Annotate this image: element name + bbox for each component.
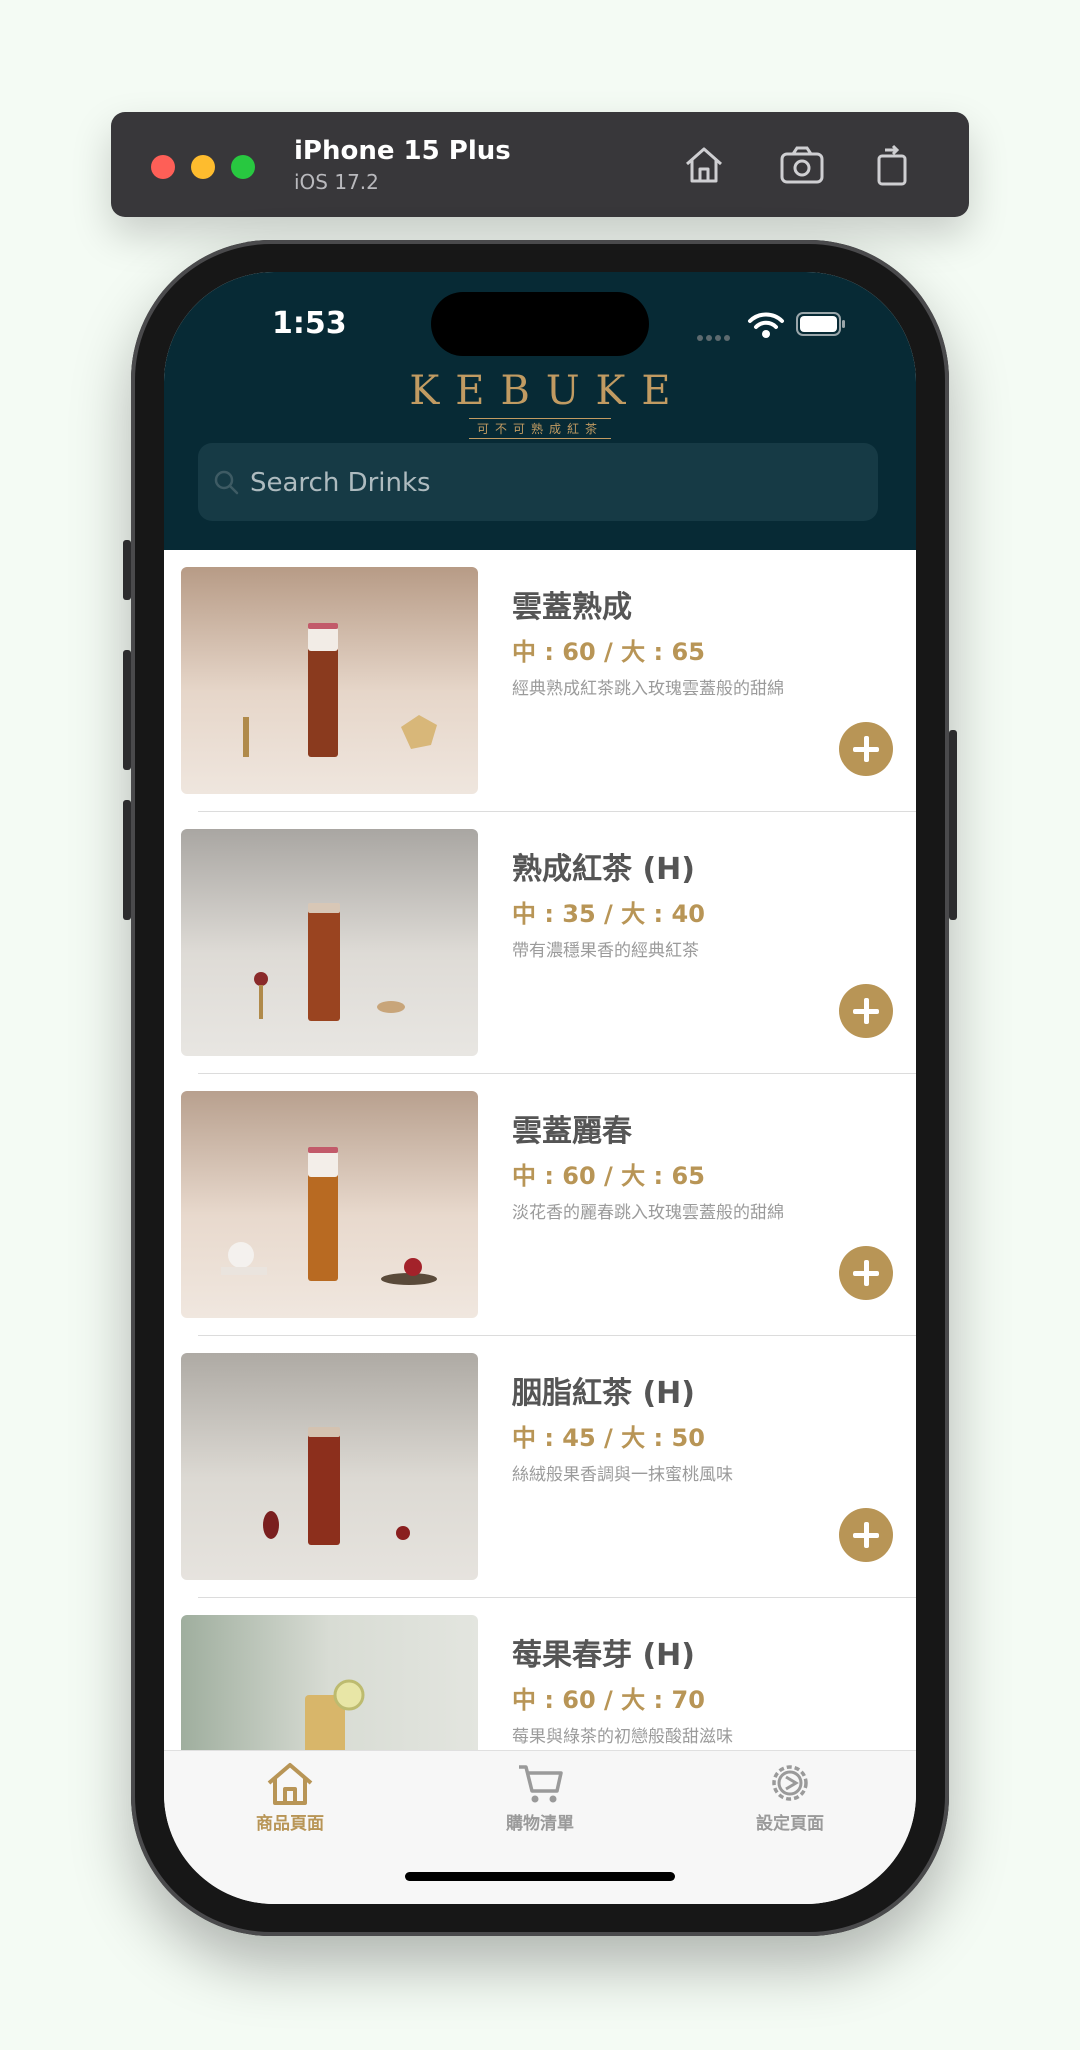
product-name: 胭脂紅茶 (H) xyxy=(512,1376,695,1411)
search-icon xyxy=(214,470,239,495)
house-icon xyxy=(267,1763,313,1805)
product-description: 經典熟成紅茶跳入玫瑰雲蓋般的甜綿 xyxy=(512,679,784,699)
product-photo xyxy=(181,567,478,794)
rotate-icon[interactable] xyxy=(871,142,917,188)
product-item[interactable]: 莓果春芽 (H) 中 : 60 / 大 : 70 莓果與綠茶的初戀般酸甜滋味 xyxy=(164,1598,916,1750)
product-photo xyxy=(181,829,478,1056)
product-price: 中 : 60 / 大 : 70 xyxy=(512,1686,705,1714)
app-screen: 1:53 KEBUKE 可不可熟成紅茶 Search Drinks 雲蓋熟成 中… xyxy=(164,272,916,1904)
product-description: 淡花香的麗春跳入玫瑰雲蓋般的甜綿 xyxy=(512,1203,784,1223)
app-header: 1:53 KEBUKE 可不可熟成紅茶 xyxy=(164,272,916,550)
status-time: 1:53 xyxy=(272,306,347,341)
product-photo xyxy=(181,1615,478,1750)
home-indicator[interactable] xyxy=(405,1872,675,1881)
minimize-window-button[interactable] xyxy=(191,155,215,179)
product-name: 熟成紅茶 (H) xyxy=(512,852,695,887)
device-name: iPhone 15 Plus xyxy=(294,136,511,166)
os-version: iOS 17.2 xyxy=(294,170,379,194)
product-item[interactable]: 雲蓋熟成 中 : 60 / 大 : 65 經典熟成紅茶跳入玫瑰雲蓋般的甜綿 xyxy=(164,550,916,812)
wifi-icon xyxy=(748,312,784,338)
product-list[interactable]: 雲蓋熟成 中 : 60 / 大 : 65 經典熟成紅茶跳入玫瑰雲蓋般的甜綿 熟成… xyxy=(164,550,916,1750)
volume-down-button xyxy=(123,800,131,920)
product-description: 絲絨般果香調與一抹蜜桃風味 xyxy=(512,1465,733,1485)
product-name: 雲蓋熟成 xyxy=(512,590,632,625)
product-price: 中 : 60 / 大 : 65 xyxy=(512,1162,705,1190)
product-item[interactable]: 胭脂紅茶 (H) 中 : 45 / 大 : 50 絲絨般果香調與一抹蜜桃風味 xyxy=(164,1336,916,1598)
add-to-cart-button[interactable] xyxy=(839,984,893,1038)
power-button xyxy=(949,730,957,920)
product-price: 中 : 60 / 大 : 65 xyxy=(512,638,705,666)
add-to-cart-button[interactable] xyxy=(839,722,893,776)
cart-icon xyxy=(519,1765,563,1803)
tab-products[interactable]: 商品頁面 xyxy=(215,1759,365,1834)
add-to-cart-button[interactable] xyxy=(839,1246,893,1300)
search-input[interactable] xyxy=(248,443,852,523)
gear-icon xyxy=(772,1765,808,1801)
simulator-toolbar: iPhone 15 Plus iOS 17.2 xyxy=(111,112,969,217)
product-photo xyxy=(181,1353,478,1580)
tab-settings[interactable]: 設定頁面 xyxy=(715,1759,865,1834)
product-item[interactable]: 熟成紅茶 (H) 中 : 35 / 大 : 40 帶有濃穩果香的經典紅茶 xyxy=(164,812,916,1074)
product-price: 中 : 35 / 大 : 40 xyxy=(512,900,705,928)
home-icon[interactable] xyxy=(681,142,727,188)
tab-label: 設定頁面 xyxy=(756,1814,824,1834)
product-description: 帶有濃穩果香的經典紅茶 xyxy=(512,941,699,961)
zoom-window-button[interactable] xyxy=(231,155,255,179)
screenshot-icon[interactable] xyxy=(779,142,825,188)
product-description: 莓果與綠茶的初戀般酸甜滋味 xyxy=(512,1727,733,1747)
tab-label: 購物清單 xyxy=(506,1814,574,1834)
dynamic-island xyxy=(431,292,649,356)
tab-cart[interactable]: 購物清單 xyxy=(465,1759,615,1834)
action-button xyxy=(123,540,131,600)
close-window-button[interactable] xyxy=(151,155,175,179)
product-name: 雲蓋麗春 xyxy=(512,1114,632,1149)
add-to-cart-button[interactable] xyxy=(839,1508,893,1562)
product-item[interactable]: 雲蓋麗春 中 : 60 / 大 : 65 淡花香的麗春跳入玫瑰雲蓋般的甜綿 xyxy=(164,1074,916,1336)
kebuke-logo: KEBUKE 可不可熟成紅茶 xyxy=(164,368,916,439)
tab-label: 商品頁面 xyxy=(256,1814,324,1834)
search-bar[interactable] xyxy=(198,443,878,523)
product-price: 中 : 45 / 大 : 50 xyxy=(512,1424,705,1452)
volume-up-button xyxy=(123,650,131,770)
product-name: 莓果春芽 (H) xyxy=(512,1638,695,1673)
product-photo xyxy=(181,1091,478,1318)
cellular-signal-icon xyxy=(697,326,733,345)
battery-icon xyxy=(796,312,845,336)
